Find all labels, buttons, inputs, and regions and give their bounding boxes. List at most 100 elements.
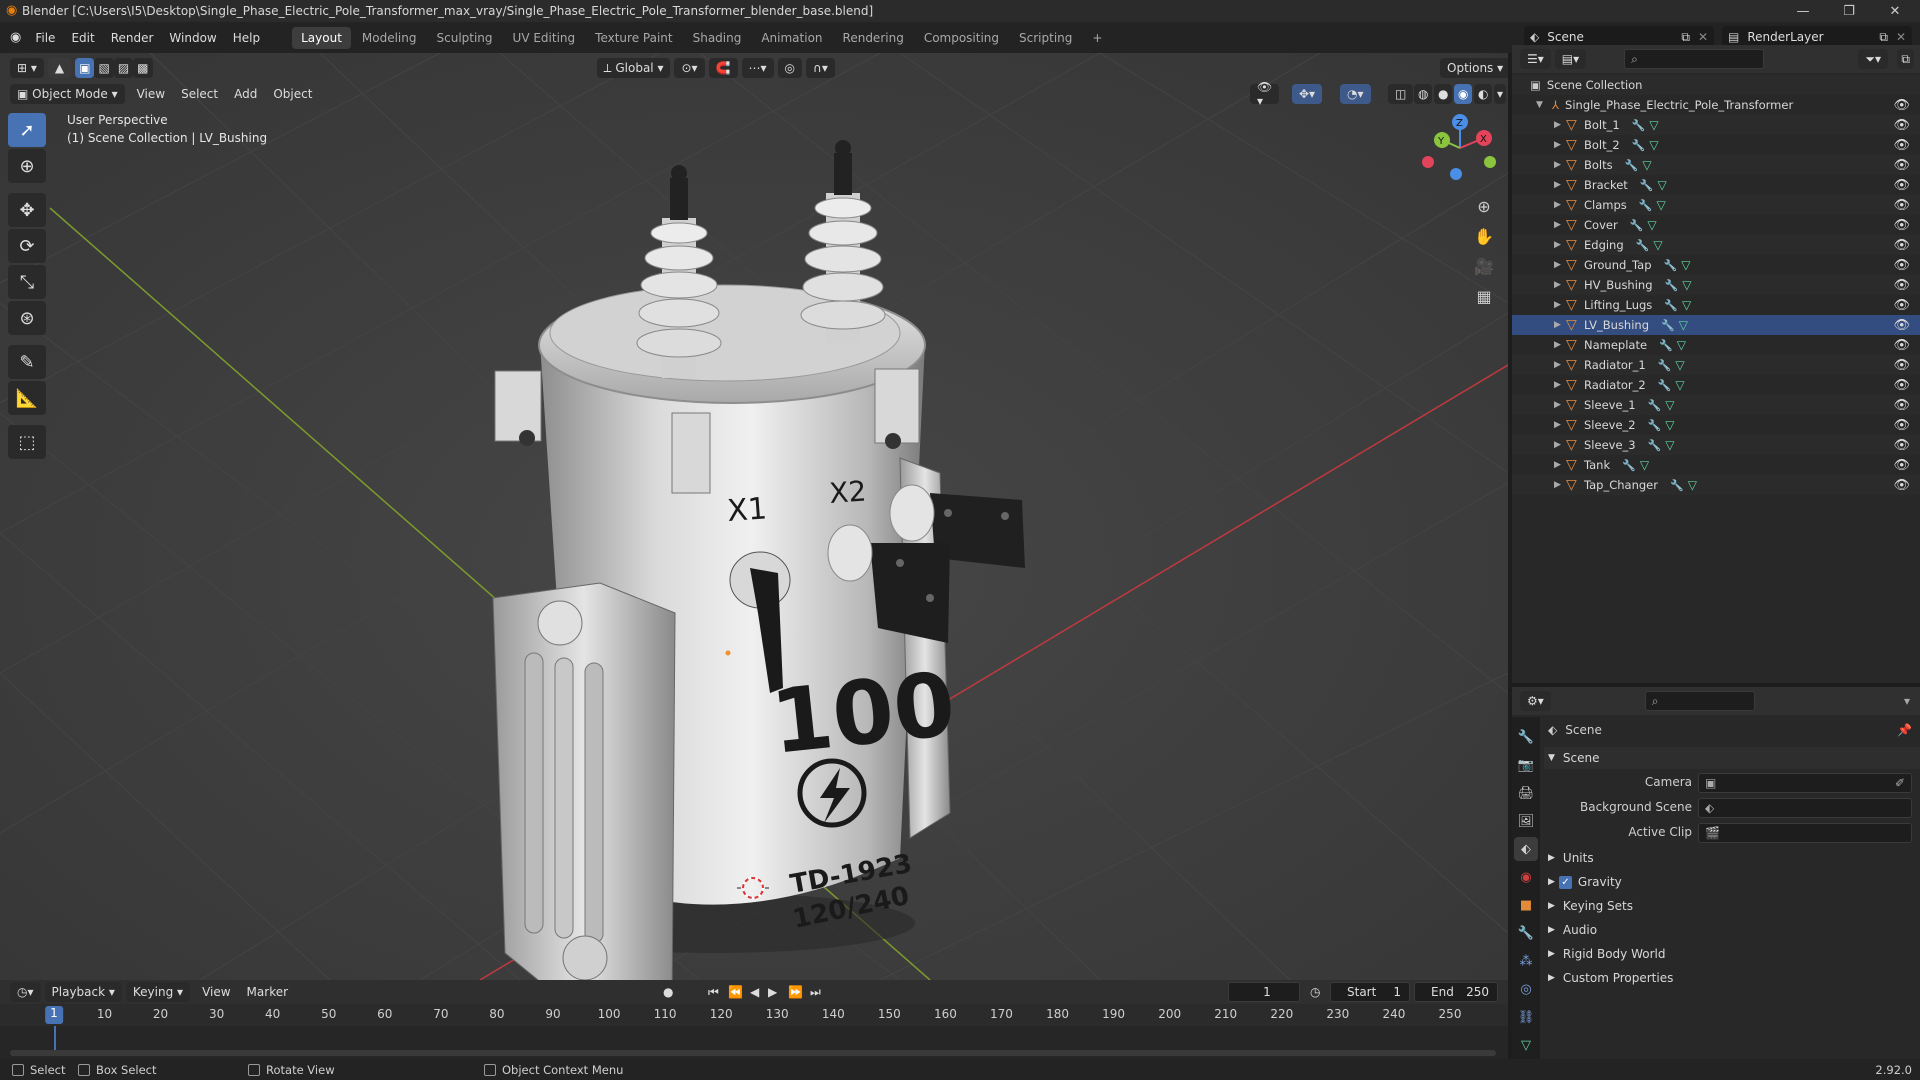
mesh-data-icon[interactable]: ▽ (1649, 118, 1658, 132)
expand-arrow-icon[interactable]: ▶ (1554, 120, 1566, 130)
visibility-eye-icon[interactable]: 👁 (1893, 258, 1910, 273)
play-button[interactable]: ▶ (768, 985, 777, 999)
modifier-wrench-icon[interactable]: 🔧 (1639, 199, 1653, 212)
outliner-row-object[interactable]: ▶ ▽ Bolts 🔧 ▽ 👁 (1512, 155, 1920, 175)
timeline-scrollbar[interactable] (10, 1050, 1496, 1056)
outliner-row-object[interactable]: ▶ ▽ Lifting_Lugs 🔧 ▽ 👁 (1512, 295, 1920, 315)
xray-toggle[interactable]: ◫ (1388, 84, 1414, 104)
viewport-menu-object[interactable]: Object (265, 87, 320, 101)
outliner-row-object[interactable]: ▶ ▽ Radiator_1 🔧 ▽ 👁 (1512, 355, 1920, 375)
modifier-wrench-icon[interactable]: 🔧 (1636, 239, 1650, 252)
outliner-row-object[interactable]: ▶ ▽ Tank 🔧 ▽ 👁 (1512, 455, 1920, 475)
mesh-data-icon[interactable]: ▽ (1679, 318, 1688, 332)
select-box-tool[interactable]: ➚ (8, 113, 46, 147)
selection-mode-subtract-button[interactable]: ▨ (113, 58, 134, 78)
expand-arrow-icon[interactable]: ▶ (1554, 340, 1566, 350)
panel-options-icon[interactable]: ▾ (1904, 694, 1910, 708)
material-preview-button[interactable]: ◉ (1454, 84, 1473, 104)
selection-mode-set-button[interactable]: ▣ (75, 58, 95, 78)
use-preview-range-icon[interactable]: ◷ (1310, 985, 1320, 999)
modifier-wrench-icon[interactable]: 🔧 (1632, 119, 1646, 132)
scene-panel-header[interactable]: ▼ Scene (1544, 747, 1920, 769)
modifier-wrench-icon[interactable]: 🔧 (1622, 459, 1636, 472)
outliner-row-object[interactable]: ▶ ▽ Sleeve_2 🔧 ▽ 👁 (1512, 415, 1920, 435)
new-renderlayer-icon[interactable]: ⧉ (1879, 30, 1888, 45)
expand-arrow-icon[interactable]: ▶ (1554, 480, 1566, 490)
camera-field[interactable]: ▣ ✐ (1698, 773, 1912, 793)
transform-orientation-dropdown[interactable]: ⟂ Global ▾ (596, 58, 671, 78)
proportional-falloff-dropdown[interactable]: ∩▾ (806, 58, 835, 78)
visibility-eye-icon[interactable]: 👁 (1893, 278, 1910, 293)
menu-file[interactable]: File (27, 31, 63, 45)
eyedropper-icon[interactable]: ✐ (1895, 776, 1905, 790)
outliner-row-object[interactable]: ▶ ▽ LV_Bushing 🔧 ▽ 👁 (1512, 315, 1920, 335)
gizmo-toggle[interactable]: ✥▾ (1292, 84, 1323, 104)
visibility-eye-icon[interactable]: 👁 (1893, 98, 1910, 113)
visibility-eye-icon[interactable]: 👁 (1893, 478, 1910, 493)
timeline-ruler[interactable]: 1 10 20 30 40 50 60 70 80 90 100 110 120 130 140 150 160… (0, 1004, 1508, 1026)
menu-help[interactable]: Help (225, 31, 268, 45)
jump-start-button[interactable]: ⏮ (708, 985, 719, 1000)
modifier-wrench-icon[interactable]: 🔧 (1658, 379, 1672, 392)
outliner-row-object[interactable]: ▶ ▽ Nameplate 🔧 ▽ 👁 (1512, 335, 1920, 355)
navigation-gizmo[interactable]: Z X Y (1420, 108, 1500, 188)
measure-tool[interactable]: 📐 (8, 381, 46, 415)
visibility-eye-icon[interactable]: 👁 (1893, 138, 1910, 153)
tab-physics[interactable]: ◎ (1514, 977, 1538, 1001)
start-frame-field[interactable]: Start 1 (1330, 982, 1410, 1002)
visibility-dropdown[interactable]: 👁▾ (1250, 80, 1280, 108)
add-workspace-button[interactable]: + (1083, 27, 1111, 49)
outliner-row-object[interactable]: ▶ ▽ Edging 🔧 ▽ 👁 (1512, 235, 1920, 255)
expand-arrow-icon[interactable]: ▶ (1554, 260, 1566, 270)
viewport-menu-select[interactable]: Select (173, 87, 226, 101)
outliner-row-object[interactable]: ▶ ▽ HV_Bushing 🔧 ▽ 👁 (1512, 275, 1920, 295)
tab-world[interactable]: ◉ (1514, 865, 1538, 889)
timeline-menu-marker[interactable]: Marker (239, 985, 296, 999)
gravity-section[interactable]: ▶ ✓ Gravity (1544, 871, 1920, 893)
mesh-data-icon[interactable]: ▽ (1647, 218, 1656, 232)
mesh-data-icon[interactable]: ▽ (1656, 198, 1665, 212)
active-clip-field[interactable]: 🎬 (1698, 823, 1912, 843)
modifier-wrench-icon[interactable]: 🔧 (1632, 139, 1646, 152)
timeline-editor-type-button[interactable]: ◷ ▾ (10, 982, 41, 1002)
expand-arrow-icon[interactable]: ▶ (1554, 280, 1566, 290)
mesh-data-icon[interactable]: ▽ (1675, 358, 1684, 372)
tab-scene[interactable]: ⬖ (1514, 837, 1538, 861)
modifier-wrench-icon[interactable]: 🔧 (1648, 399, 1662, 412)
outliner-search-input[interactable]: ⌕ (1624, 49, 1765, 69)
solid-shading-button[interactable]: ● (1434, 84, 1453, 104)
move-tool[interactable]: ✥ (8, 193, 46, 227)
outliner-editor-type-button[interactable]: ☰ ▾ (1520, 49, 1551, 69)
mesh-data-icon[interactable]: ▽ (1677, 338, 1686, 352)
visibility-eye-icon[interactable]: 👁 (1893, 298, 1910, 313)
outliner-row-object[interactable]: ▶ ▽ Bracket 🔧 ▽ 👁 (1512, 175, 1920, 195)
maximize-button[interactable]: ❐ (1826, 0, 1872, 22)
selection-mode-intersect-button[interactable]: ▩ (133, 58, 153, 78)
expand-arrow-icon[interactable]: ▶ (1554, 160, 1566, 170)
expand-arrow-icon[interactable]: ▶ (1554, 420, 1566, 430)
outliner-row-object[interactable]: ▶ ▽ Ground_Tap 🔧 ▽ 👁 (1512, 255, 1920, 275)
mesh-data-icon[interactable]: ▽ (1688, 478, 1697, 492)
new-scene-icon[interactable]: ⧉ (1681, 30, 1690, 45)
blender-menu-icon[interactable]: ◉ (10, 30, 21, 45)
menu-render[interactable]: Render (103, 31, 162, 45)
menu-window[interactable]: Window (161, 31, 224, 45)
proportional-editing-toggle[interactable]: ◎ (777, 58, 803, 78)
outliner-row-object[interactable]: ▶ ▽ Bolt_2 🔧 ▽ 👁 (1512, 135, 1920, 155)
outliner-row-object[interactable]: ▶ ▽ Cover 🔧 ▽ 👁 (1512, 215, 1920, 235)
filter-dropdown[interactable]: ⏷ ▾ (1858, 49, 1888, 69)
tab-scripting[interactable]: Scripting (1010, 27, 1081, 49)
modifier-wrench-icon[interactable]: 🔧 (1670, 479, 1684, 492)
visibility-eye-icon[interactable]: 👁 (1893, 178, 1910, 193)
tab-data[interactable]: ▽ (1514, 1033, 1538, 1057)
close-button[interactable]: ✕ (1872, 0, 1918, 22)
tab-tool[interactable]: 🔧 (1514, 725, 1538, 749)
viewport-menu-add[interactable]: Add (226, 87, 265, 101)
rendered-shading-button[interactable]: ◐ (1474, 84, 1493, 104)
pivot-point-dropdown[interactable]: ⊙▾ (674, 58, 705, 78)
wireframe-shading-button[interactable]: ◍ (1414, 84, 1433, 104)
current-frame-field[interactable]: 1 (1228, 982, 1300, 1002)
expand-arrow-icon[interactable]: ▶ (1554, 140, 1566, 150)
mesh-data-icon[interactable]: ▽ (1642, 158, 1651, 172)
tab-view-layer[interactable]: 🖼 (1514, 809, 1538, 833)
